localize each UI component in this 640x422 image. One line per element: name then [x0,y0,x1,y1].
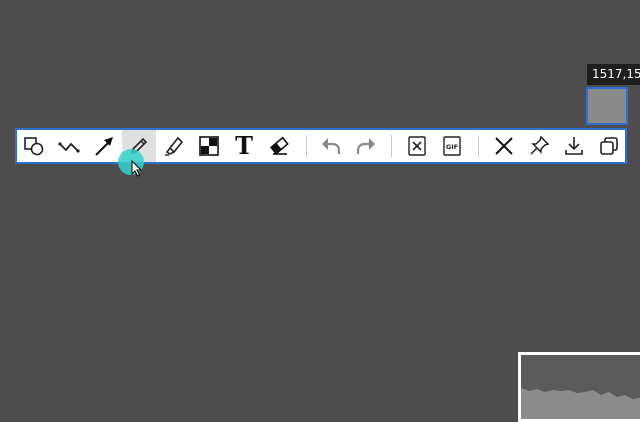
coordinate-readout: 1517,15 [587,64,640,85]
eraser-tool-button[interactable] [262,130,296,162]
shape-icon [24,137,44,156]
download-icon [565,137,583,155]
arrow-tool-button[interactable] [87,130,121,162]
undo-icon [322,138,341,154]
copy-icon [600,137,618,155]
redo-icon [356,138,375,154]
mosaic-tool-button[interactable] [192,130,226,162]
pin-icon [530,135,550,155]
pin-button[interactable] [522,130,556,162]
copy-button[interactable] [592,130,626,162]
highlighter-icon [165,136,184,156]
close-icon [495,137,513,155]
pencil-tool-button[interactable] [122,130,156,162]
svg-text:GIF: GIF [446,143,458,151]
polyline-tool-button[interactable] [52,130,86,162]
toolbar-separator [478,135,479,157]
pencil-icon [130,137,148,155]
gif-record-button[interactable]: GIF [435,130,469,162]
toolbar-separator [391,135,392,157]
highlighter-tool-button[interactable] [157,130,191,162]
save-button[interactable] [557,130,591,162]
close-button[interactable] [487,130,521,162]
ocr-button[interactable] [400,130,434,162]
toolbar-separator [306,135,307,157]
preview-graph [521,388,640,419]
selection-region[interactable] [586,87,628,125]
gif-icon: GIF [443,136,461,156]
polyline-icon [58,142,80,153]
eraser-icon [269,136,289,155]
redo-button[interactable] [349,130,383,162]
undo-button[interactable] [314,130,348,162]
shape-tool-button[interactable] [17,130,51,162]
window-preview-thumbnail [518,352,640,422]
annotation-toolbar: T GIF [15,128,627,164]
ocr-icon [408,136,426,156]
text-icon: T [235,131,253,160]
arrow-icon [95,137,113,156]
mosaic-icon [199,136,219,156]
text-tool-button[interactable]: T [227,130,261,162]
